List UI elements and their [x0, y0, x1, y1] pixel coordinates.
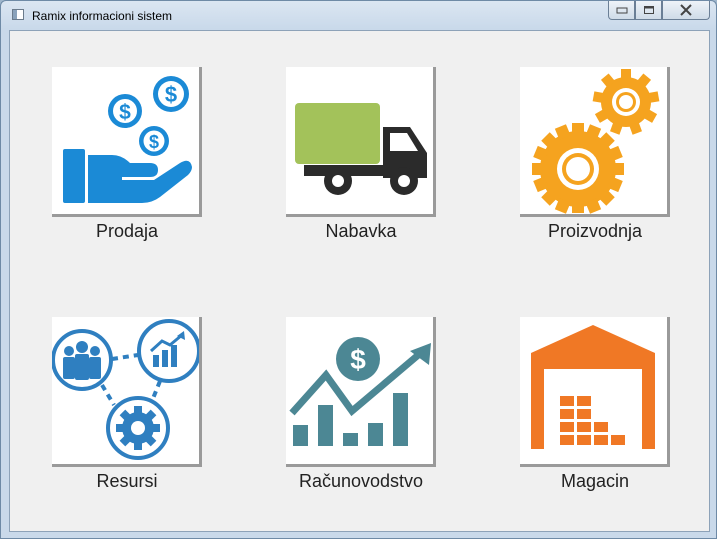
people-growth-gear-icon [52, 319, 199, 460]
tile-resursi: Resursi [10, 281, 202, 491]
app-icon [12, 9, 24, 20]
gears-icon [532, 69, 660, 214]
close-icon [680, 4, 692, 16]
tile-label: Nabavka [325, 221, 397, 241]
tile-label: Magacin [560, 471, 630, 491]
tile-label: Računovodstvo [298, 471, 424, 491]
tile-magacin: Magacin [478, 281, 670, 491]
maximize-icon [643, 6, 654, 14]
magacin-button[interactable] [520, 317, 670, 467]
prodaja-button[interactable]: $ $ $ [52, 67, 202, 217]
maximize-button[interactable] [635, 1, 662, 20]
tile-prodaja: $ $ $ Prodaja [10, 31, 202, 241]
resursi-button[interactable] [52, 317, 202, 467]
tile-label: Resursi [96, 471, 158, 491]
svg-text:$: $ [350, 344, 366, 375]
proizvodnja-button[interactable] [520, 67, 670, 217]
tile-nabavka: Nabavka [244, 31, 436, 241]
close-button[interactable] [662, 1, 710, 20]
racunovodstvo-button[interactable]: $ [286, 317, 436, 467]
svg-text:$: $ [165, 82, 177, 107]
tile-label: Prodaja [95, 221, 159, 241]
accounting-chart-icon: $ [289, 337, 431, 446]
nabavka-button[interactable] [286, 67, 436, 217]
app-window: Ramix informacioni sistem $ $ $ Prodaja … [0, 0, 717, 539]
svg-text:$: $ [119, 101, 131, 124]
title-bar[interactable]: Ramix informacioni sistem [1, 1, 716, 29]
tile-label: Proizvodnja [547, 221, 643, 241]
minimize-button[interactable] [608, 1, 635, 20]
minimize-icon [616, 7, 627, 14]
hand-money-icon: $ $ $ [63, 76, 192, 203]
warehouse-icon [531, 325, 655, 449]
tile-racunovodstvo: $ Računovodstvo [244, 281, 436, 491]
truck-icon [295, 103, 427, 195]
main-panel: $ $ $ Prodaja Nabavka Proizvodnja Resurs… [9, 30, 710, 532]
svg-text:$: $ [149, 132, 159, 152]
window-title: Ramix informacioni sistem [32, 9, 173, 23]
tile-proizvodnja: Proizvodnja [478, 31, 670, 241]
